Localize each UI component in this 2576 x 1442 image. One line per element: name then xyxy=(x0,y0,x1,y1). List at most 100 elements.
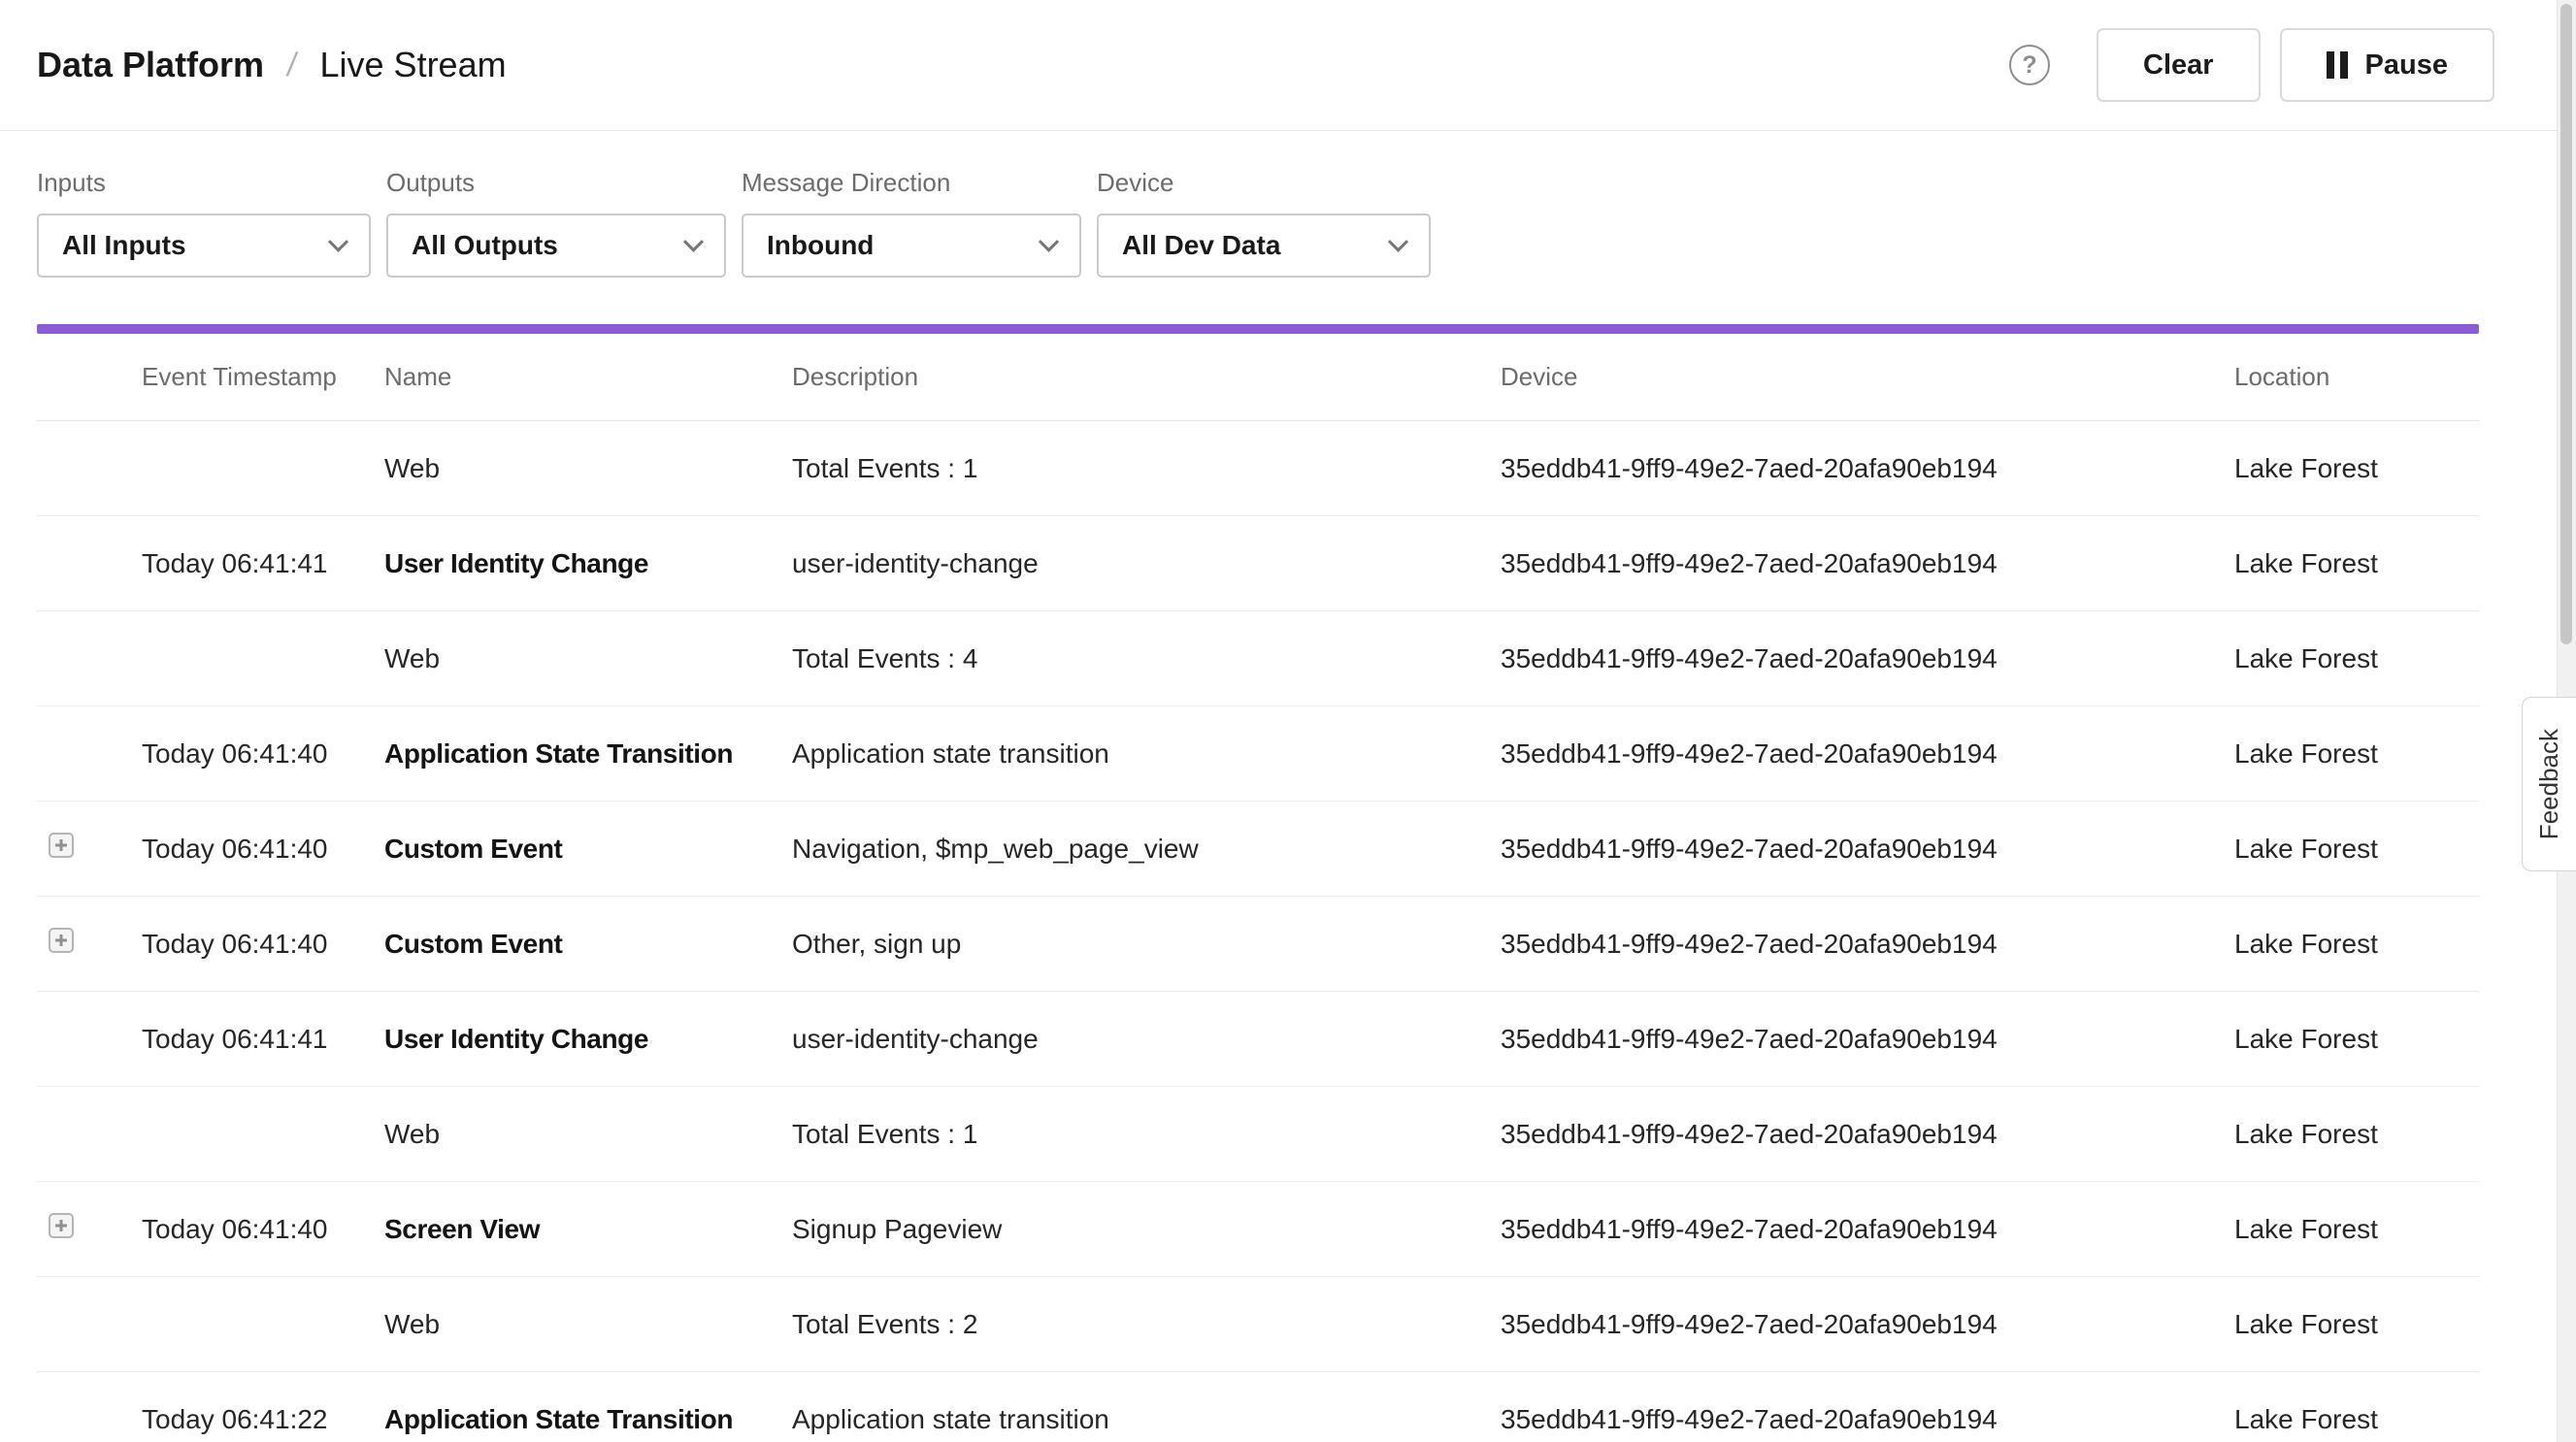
message-direction-select-value: Inbound xyxy=(767,230,874,261)
event-device-id: 35eddb41-9ff9-49e2-7aed-20afa90eb194 xyxy=(1501,1404,2234,1435)
chevron-down-icon xyxy=(1039,231,1059,251)
inputs-label: Inputs xyxy=(37,168,371,198)
event-name: Custom Event xyxy=(384,929,792,960)
event-device-id: 35eddb41-9ff9-49e2-7aed-20afa90eb194 xyxy=(1501,453,2234,484)
device-select-value: All Dev Data xyxy=(1122,230,1280,261)
event-device-id: 35eddb41-9ff9-49e2-7aed-20afa90eb194 xyxy=(1501,834,2234,865)
expand-row-button[interactable] xyxy=(49,928,74,953)
message-direction-label: Message Direction xyxy=(742,168,1081,198)
event-location: Lake Forest xyxy=(2234,929,2479,960)
event-name: Screen View xyxy=(384,1214,792,1245)
pause-icon xyxy=(2327,51,2348,79)
scrollbar-thumb[interactable] xyxy=(2560,4,2572,644)
expand-cell xyxy=(37,1023,142,1055)
help-icon[interactable]: ? xyxy=(2009,45,2050,85)
event-location: Lake Forest xyxy=(2234,1119,2479,1150)
event-location: Lake Forest xyxy=(2234,1309,2479,1340)
outputs-label: Outputs xyxy=(386,168,726,198)
chevron-down-icon xyxy=(1388,231,1408,251)
event-device-id: 35eddb41-9ff9-49e2-7aed-20afa90eb194 xyxy=(1501,548,2234,579)
breadcrumb: Data Platform / Live Stream xyxy=(37,45,507,85)
table-row[interactable]: Today 06:41:40 Application State Transit… xyxy=(37,706,2479,802)
feedback-tab-label: Feedback xyxy=(2534,729,2564,839)
event-device-id: 35eddb41-9ff9-49e2-7aed-20afa90eb194 xyxy=(1501,1214,2234,1245)
event-location: Lake Forest xyxy=(2234,548,2479,579)
table-row[interactable]: Today 06:41:22 Application State Transit… xyxy=(37,1372,2479,1442)
expand-row-button[interactable] xyxy=(49,1213,74,1238)
filter-device: Device All Dev Data xyxy=(1097,168,1431,278)
table-row[interactable]: Today 06:41:41 User Identity Change user… xyxy=(37,992,2479,1087)
chevron-down-icon xyxy=(683,231,704,251)
event-table-header: Event Timestamp Name Description Device … xyxy=(37,334,2479,421)
page-title: Live Stream xyxy=(320,45,507,85)
pause-button[interactable]: Pause xyxy=(2280,28,2494,102)
event-location: Lake Forest xyxy=(2234,1404,2479,1435)
event-name: Web xyxy=(384,643,792,674)
event-description: Total Events : 4 xyxy=(792,643,1501,674)
event-device-id: 35eddb41-9ff9-49e2-7aed-20afa90eb194 xyxy=(1501,1024,2234,1055)
live-stream-page: Data Platform / Live Stream ? Clear Paus… xyxy=(0,0,2576,1442)
event-description: user-identity-change xyxy=(792,1024,1501,1055)
table-row[interactable]: Today 06:41:40 Screen View Signup Pagevi… xyxy=(37,1182,2479,1277)
clear-button[interactable]: Clear xyxy=(2097,28,2261,102)
event-name: Custom Event xyxy=(384,834,792,865)
event-device-id: 35eddb41-9ff9-49e2-7aed-20afa90eb194 xyxy=(1501,929,2234,960)
event-timestamp: Today 06:41:40 xyxy=(142,738,384,770)
outputs-select[interactable]: All Outputs xyxy=(386,213,726,278)
filter-inputs: Inputs All Inputs xyxy=(37,168,371,278)
event-description: Total Events : 2 xyxy=(792,1309,1501,1340)
event-timestamp: Today 06:41:40 xyxy=(142,929,384,960)
event-description: Total Events : 1 xyxy=(792,453,1501,484)
outputs-select-value: All Outputs xyxy=(412,230,558,261)
feedback-tab[interactable]: Feedback xyxy=(2522,697,2576,871)
header-actions: ? Clear Pause xyxy=(2009,28,2494,102)
message-direction-select[interactable]: Inbound xyxy=(742,213,1081,278)
breadcrumb-section[interactable]: Data Platform xyxy=(37,45,264,85)
expand-cell xyxy=(37,547,142,579)
filter-message-direction: Message Direction Inbound xyxy=(742,168,1081,278)
expand-cell xyxy=(37,642,142,674)
table-row[interactable]: Today 06:41:40 Custom Event Navigation, … xyxy=(37,802,2479,897)
event-location: Lake Forest xyxy=(2234,453,2479,484)
event-description: Other, sign up xyxy=(792,929,1501,960)
breadcrumb-separator: / xyxy=(284,47,299,84)
chevron-down-icon xyxy=(328,231,348,251)
event-location: Lake Forest xyxy=(2234,834,2479,865)
table-row[interactable]: Today 06:41:41 User Identity Change user… xyxy=(37,516,2479,611)
event-description: user-identity-change xyxy=(792,548,1501,579)
event-timestamp: Today 06:41:40 xyxy=(142,834,384,865)
event-name: Web xyxy=(384,1119,792,1150)
inputs-select[interactable]: All Inputs xyxy=(37,213,371,278)
table-row[interactable]: Web Total Events : 1 35eddb41-9ff9-49e2-… xyxy=(37,421,2479,516)
table-row[interactable]: Web Total Events : 2 35eddb41-9ff9-49e2-… xyxy=(37,1277,2479,1372)
table-row[interactable]: Web Total Events : 4 35eddb41-9ff9-49e2-… xyxy=(37,611,2479,706)
expand-cell xyxy=(37,928,142,960)
column-device: Device xyxy=(1501,362,2234,392)
event-name: User Identity Change xyxy=(384,548,792,579)
column-description: Description xyxy=(792,362,1501,392)
event-location: Lake Forest xyxy=(2234,643,2479,674)
event-name: Web xyxy=(384,453,792,484)
event-timestamp: Today 06:41:41 xyxy=(142,1024,384,1055)
event-description: Total Events : 1 xyxy=(792,1119,1501,1150)
event-device-id: 35eddb41-9ff9-49e2-7aed-20afa90eb194 xyxy=(1501,738,2234,770)
filter-outputs: Outputs All Outputs xyxy=(386,168,726,278)
inputs-select-value: All Inputs xyxy=(62,230,186,261)
event-location: Lake Forest xyxy=(2234,1214,2479,1245)
expand-cell xyxy=(37,737,142,770)
live-stream-bar xyxy=(37,324,2479,334)
event-device-id: 35eddb41-9ff9-49e2-7aed-20afa90eb194 xyxy=(1501,643,2234,674)
pause-button-label: Pause xyxy=(2365,49,2448,82)
event-device-id: 35eddb41-9ff9-49e2-7aed-20afa90eb194 xyxy=(1501,1119,2234,1150)
device-label: Device xyxy=(1097,168,1431,198)
expand-row-button[interactable] xyxy=(49,833,74,858)
event-location: Lake Forest xyxy=(2234,738,2479,770)
device-select[interactable]: All Dev Data xyxy=(1097,213,1431,278)
expand-cell xyxy=(37,1308,142,1340)
event-timestamp: Today 06:41:41 xyxy=(142,548,384,579)
table-row[interactable]: Web Total Events : 1 35eddb41-9ff9-49e2-… xyxy=(37,1087,2479,1182)
table-row[interactable]: Today 06:41:40 Custom Event Other, sign … xyxy=(37,897,2479,992)
expand-cell xyxy=(37,1403,142,1435)
expand-cell xyxy=(37,452,142,484)
top-bar: Data Platform / Live Stream ? Clear Paus… xyxy=(0,0,2576,131)
